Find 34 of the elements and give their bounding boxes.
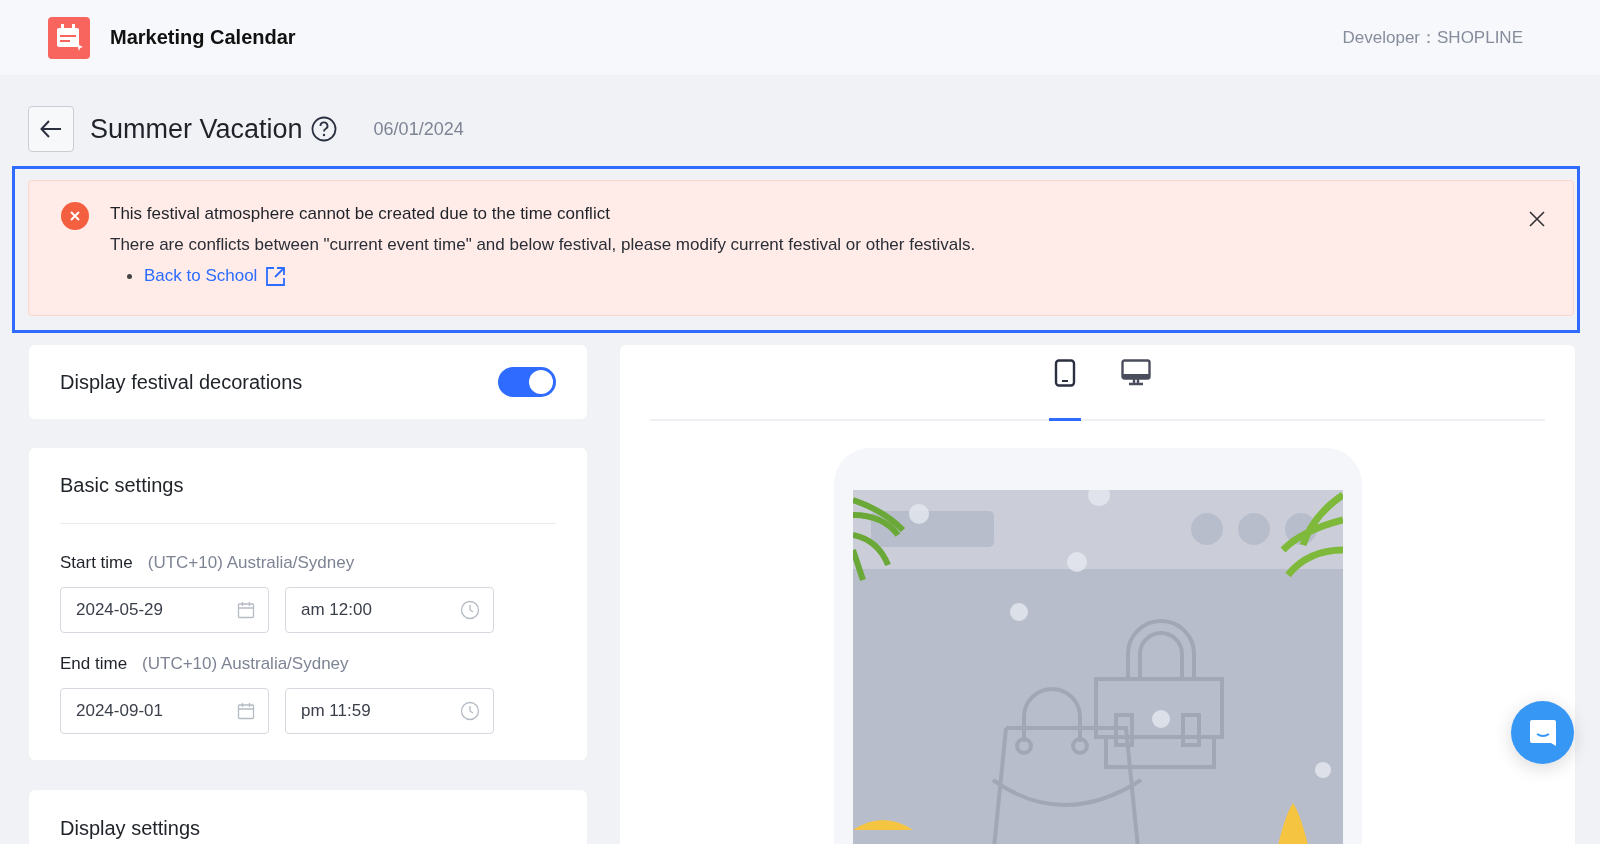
close-icon[interactable] bbox=[1529, 211, 1545, 227]
page-title: Summer Vacation bbox=[90, 113, 303, 145]
calendar-icon bbox=[237, 702, 255, 720]
alert-message: There are conflicts between "current event time" and below festival, please modify current festival or other festivals. bbox=[110, 234, 977, 256]
clock-icon bbox=[460, 701, 480, 721]
time-picker[interactable]: pm 11:59 bbox=[285, 688, 494, 734]
festival-link[interactable]: Back to School bbox=[144, 265, 287, 287]
phone-icon bbox=[1053, 359, 1076, 387]
external-link-icon bbox=[265, 265, 287, 287]
time-picker[interactable]: am 12:00 bbox=[285, 587, 494, 633]
monitor-icon bbox=[1120, 359, 1151, 387]
error-icon bbox=[61, 202, 89, 230]
calendar-icon bbox=[237, 601, 255, 619]
field-label: Start time bbox=[60, 552, 133, 574]
section-title: Display settings bbox=[60, 816, 202, 841]
timezone-label: (UTC+10) Australia/Sydney bbox=[142, 653, 349, 675]
calendar-logo-icon bbox=[48, 16, 90, 59]
developer-label: Developer：SHOPLINE bbox=[1342, 27, 1523, 49]
section-title: Basic settings bbox=[60, 473, 185, 498]
toggle-label: Display festival decorations bbox=[60, 370, 303, 394]
help-icon[interactable] bbox=[310, 116, 337, 142]
alert-title: This festival atmosphere cannot be created due to the time conflict bbox=[110, 203, 611, 225]
toggle-switch[interactable] bbox=[498, 367, 556, 397]
event-date: 06/01/2024 bbox=[373, 118, 464, 140]
chat-bubble-icon bbox=[1527, 717, 1558, 748]
back-button[interactable] bbox=[28, 106, 74, 152]
field-label: End time bbox=[60, 653, 128, 675]
timezone-label: (UTC+10) Australia/Sydney bbox=[147, 552, 355, 574]
bullet-dot bbox=[127, 273, 132, 279]
date-picker[interactable]: 2024-05-29 bbox=[60, 587, 269, 633]
app-title: Marketing Calendar bbox=[110, 26, 296, 49]
back-arrow-icon bbox=[40, 120, 62, 138]
clock-icon bbox=[460, 600, 480, 620]
date-picker[interactable]: 2024-09-01 bbox=[60, 688, 269, 734]
